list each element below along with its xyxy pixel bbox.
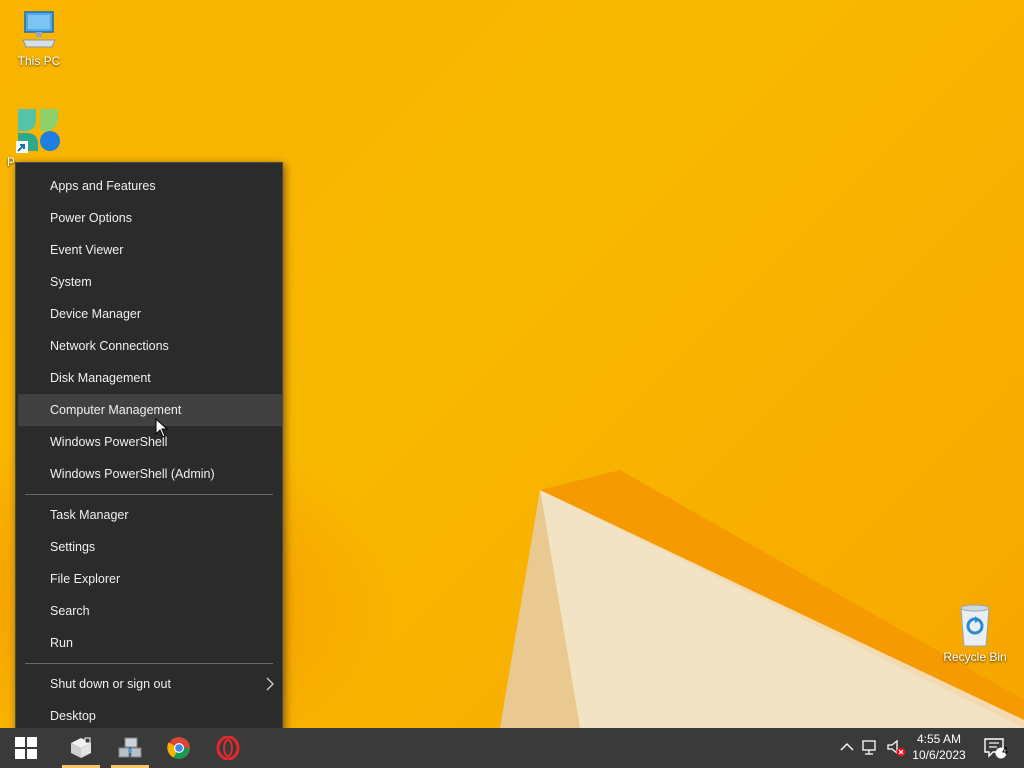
this-pc-label: This PC bbox=[17, 54, 61, 68]
network-tool-icon bbox=[118, 737, 142, 758]
action-center-button[interactable]: 4 bbox=[975, 728, 1015, 768]
menu-item-system[interactable]: System bbox=[18, 266, 282, 298]
clock-time: 4:55 AM bbox=[916, 732, 962, 746]
recycle-bin-desktop-icon[interactable]: Recycle Bin bbox=[939, 602, 1011, 664]
menu-item-computer-management[interactable]: Computer Management bbox=[18, 394, 282, 426]
computer-icon bbox=[22, 11, 56, 48]
menu-item-run[interactable]: Run bbox=[18, 627, 282, 659]
network-icon[interactable] bbox=[862, 740, 880, 756]
taskbar-clock[interactable]: 4:55 AM 10/6/2023 bbox=[904, 731, 974, 763]
menu-item-event-viewer[interactable]: Event Viewer bbox=[18, 234, 282, 266]
windows-logo-icon bbox=[15, 737, 37, 759]
menu-item-windows-powershell-admin[interactable]: Windows PowerShell (Admin) bbox=[18, 458, 282, 490]
menu-item-power-options[interactable]: Power Options bbox=[18, 202, 282, 234]
taskbar: 4:55 AM 10/6/2023 4 bbox=[0, 728, 1024, 768]
menu-item-shut-down-or-sign-out[interactable]: Shut down or sign out bbox=[18, 668, 282, 700]
start-button[interactable] bbox=[6, 728, 46, 768]
this-pc-desktop-icon[interactable]: This PC bbox=[3, 10, 75, 68]
menu-separator bbox=[25, 494, 273, 495]
package-icon bbox=[71, 737, 91, 758]
recycle-bin-label: Recycle Bin bbox=[943, 650, 1007, 664]
chevron-right-icon bbox=[266, 677, 274, 691]
menu-item-settings[interactable]: Settings bbox=[18, 531, 282, 563]
mouse-cursor-icon bbox=[155, 418, 169, 438]
menu-item-device-manager[interactable]: Device Manager bbox=[18, 298, 282, 330]
notification-count-badge: 4 bbox=[1002, 746, 1008, 757]
taskbar-app-opera[interactable] bbox=[208, 728, 248, 768]
app-logo-icon bbox=[16, 109, 60, 153]
opera-icon bbox=[216, 736, 240, 760]
menu-item-disk-management[interactable]: Disk Management bbox=[18, 362, 282, 394]
shut-down-label: Shut down or sign out bbox=[50, 677, 171, 691]
taskbar-app-chrome[interactable] bbox=[159, 728, 199, 768]
taskbar-app-network-tool[interactable] bbox=[110, 728, 150, 768]
taskbar-app-package[interactable] bbox=[61, 728, 101, 768]
menu-item-task-manager[interactable]: Task Manager bbox=[18, 499, 282, 531]
winx-context-menu: Apps and Features Power Options Event Vi… bbox=[15, 162, 283, 739]
recycle-bin-icon bbox=[960, 604, 990, 647]
chevron-up-icon[interactable] bbox=[840, 742, 854, 752]
clock-date: 10/6/2023 bbox=[912, 748, 966, 762]
volume-muted-icon[interactable] bbox=[886, 739, 906, 757]
menu-item-network-connections[interactable]: Network Connections bbox=[18, 330, 282, 362]
menu-item-file-explorer[interactable]: File Explorer bbox=[18, 563, 282, 595]
chrome-icon bbox=[167, 737, 190, 759]
menu-item-search[interactable]: Search bbox=[18, 595, 282, 627]
app-shortcut-desktop-icon[interactable]: P bbox=[3, 107, 75, 169]
menu-separator bbox=[25, 663, 273, 664]
menu-item-apps-and-features[interactable]: Apps and Features bbox=[18, 170, 282, 202]
menu-item-windows-powershell[interactable]: Windows PowerShell bbox=[18, 426, 282, 458]
